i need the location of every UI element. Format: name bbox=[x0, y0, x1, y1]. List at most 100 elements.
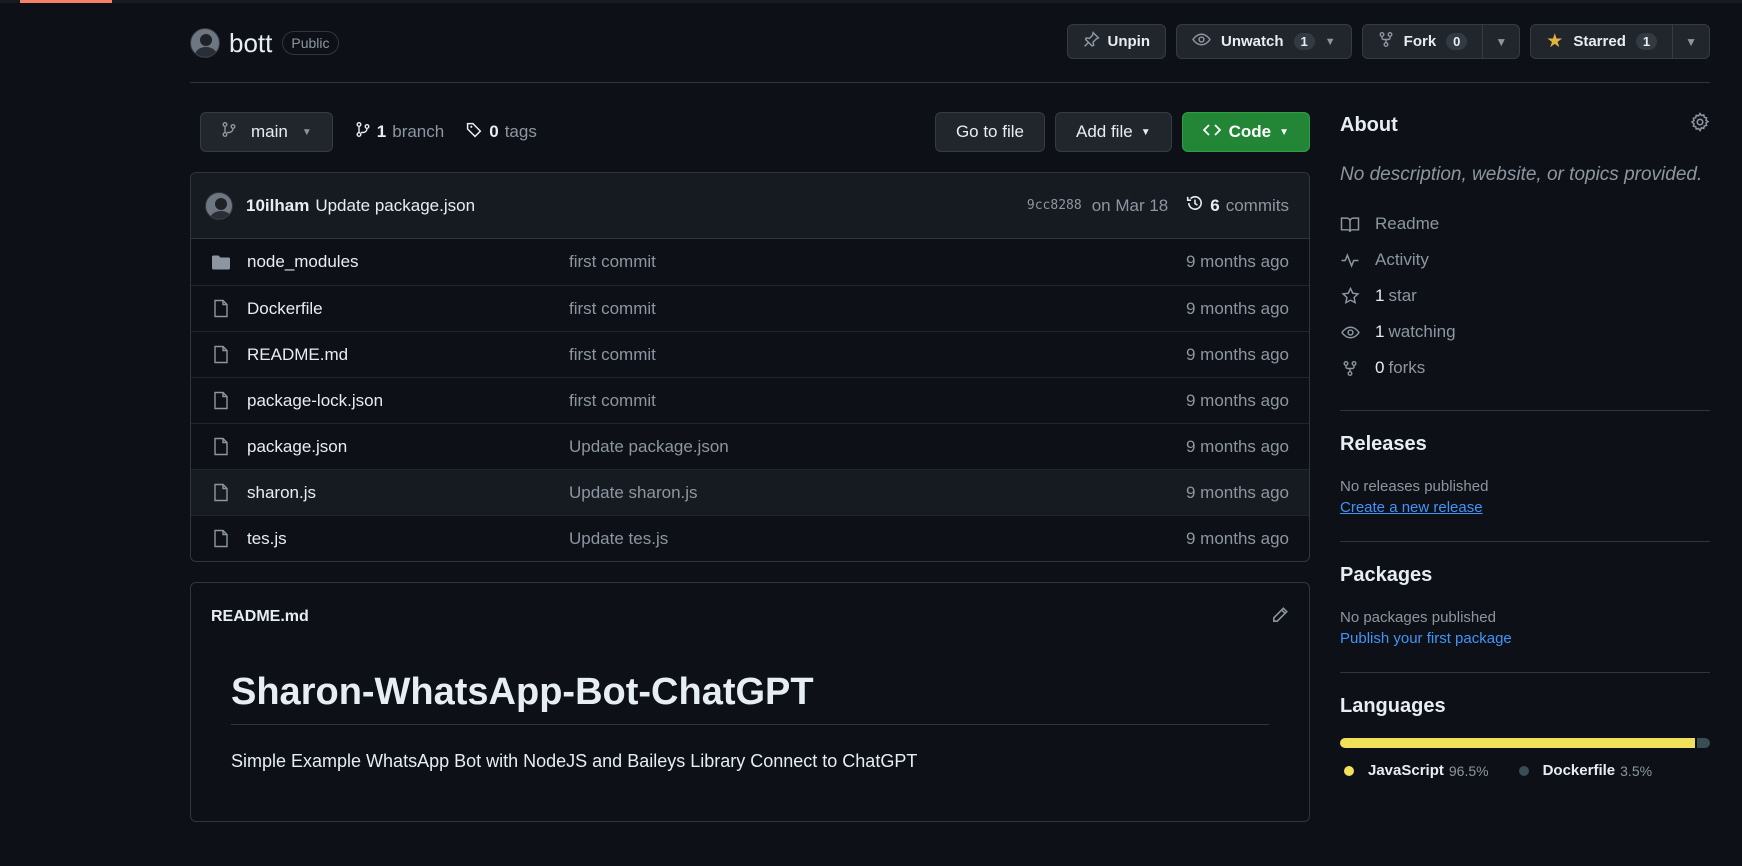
add-file-button[interactable]: Add file ▼ bbox=[1054, 112, 1172, 152]
watch-count: 1 bbox=[1293, 33, 1315, 50]
watching-link[interactable]: 1 watching bbox=[1340, 314, 1710, 350]
branch-label: branch bbox=[392, 122, 445, 141]
file-icon bbox=[211, 437, 231, 456]
visibility-badge: Public bbox=[282, 31, 339, 55]
file-row[interactable]: node_modules first commit 9 months ago bbox=[191, 239, 1309, 285]
publish-package-link[interactable]: Publish your first package bbox=[1340, 630, 1512, 647]
file-age: 9 months ago bbox=[1185, 390, 1289, 410]
file-row[interactable]: package-lock.json first commit 9 months … bbox=[191, 377, 1309, 423]
file-row[interactable]: sharon.js Update sharon.js 9 months ago bbox=[191, 469, 1309, 515]
readme-heading: Sharon-WhatsApp-Bot-ChatGPT bbox=[231, 651, 1269, 725]
commit-label: commits bbox=[1225, 195, 1289, 215]
code-button[interactable]: Code ▼ bbox=[1181, 112, 1310, 152]
language-color-dot bbox=[1518, 765, 1529, 776]
file-name[interactable]: tes.js bbox=[247, 529, 569, 549]
file-row[interactable]: Dockerfile first commit 9 months ago bbox=[191, 285, 1309, 331]
fork-label: Fork bbox=[1403, 33, 1437, 50]
file-commit-message[interactable]: first commit bbox=[569, 345, 1186, 365]
file-name[interactable]: package.json bbox=[247, 437, 569, 457]
commits-link[interactable]: 6 commits bbox=[1186, 194, 1289, 217]
eye-icon bbox=[1340, 324, 1360, 341]
unpin-button[interactable]: Unpin bbox=[1066, 24, 1167, 59]
readme-link[interactable]: Readme bbox=[1340, 206, 1710, 242]
stars-link[interactable]: 1 star bbox=[1340, 278, 1710, 314]
star-filled-icon: ★ bbox=[1546, 31, 1564, 52]
file-name[interactable]: node_modules bbox=[247, 252, 569, 272]
file-name[interactable]: package-lock.json bbox=[247, 391, 569, 411]
sidebar-divider bbox=[1340, 410, 1710, 411]
file-toolbar: main ▼ 1 branch 0 tags Go to file Add fi… bbox=[190, 112, 1310, 152]
folder-icon bbox=[211, 254, 231, 271]
readme-filename[interactable]: README.md bbox=[211, 608, 309, 626]
branches-link[interactable]: 1 branch bbox=[355, 121, 444, 143]
repo-name[interactable]: bott bbox=[229, 28, 272, 59]
language-bar-segment bbox=[1697, 738, 1710, 748]
file-age: 9 months ago bbox=[1185, 482, 1289, 502]
forks-link[interactable]: 0 forks bbox=[1340, 350, 1710, 386]
header-divider bbox=[190, 82, 1710, 83]
fork-button[interactable]: Fork 0 bbox=[1361, 24, 1484, 59]
commit-sha[interactable]: 9cc8288 bbox=[1027, 198, 1082, 213]
create-release-link[interactable]: Create a new release bbox=[1340, 499, 1483, 516]
eye-icon bbox=[1192, 31, 1211, 53]
languages-title: Languages bbox=[1340, 695, 1446, 717]
fork-icon bbox=[1378, 31, 1394, 53]
branch-selector[interactable]: main ▼ bbox=[200, 112, 333, 152]
language-entry-dockerfile[interactable]: Dockerfile 3.5% bbox=[1515, 762, 1652, 779]
readme-header: README.md bbox=[191, 583, 1309, 651]
commit-message[interactable]: Update package.json bbox=[315, 196, 475, 216]
go-to-file-button[interactable]: Go to file bbox=[934, 112, 1045, 152]
commit-author[interactable]: 10ilham bbox=[246, 196, 309, 216]
commit-author-avatar[interactable] bbox=[205, 191, 233, 220]
file-browser: 10ilham Update package.json 9cc8288 on M… bbox=[190, 172, 1310, 562]
file-age: 9 months ago bbox=[1185, 344, 1289, 364]
file-commit-message[interactable]: Update package.json bbox=[569, 437, 1186, 457]
file-commit-message[interactable]: first commit bbox=[569, 252, 1186, 272]
star-icon bbox=[1340, 287, 1360, 305]
releases-title[interactable]: Releases bbox=[1340, 433, 1710, 456]
packages-title[interactable]: Packages bbox=[1340, 564, 1710, 587]
chevron-down-icon: ▼ bbox=[1495, 34, 1508, 49]
language-name: Dockerfile bbox=[1542, 762, 1616, 779]
chevron-down-icon: ▼ bbox=[1279, 126, 1289, 138]
watching-label: watching bbox=[1388, 322, 1456, 341]
activity-link[interactable]: Activity bbox=[1340, 242, 1710, 278]
language-entry-javascript[interactable]: JavaScript 96.5% bbox=[1340, 762, 1489, 779]
chevron-down-icon: ▼ bbox=[301, 126, 312, 138]
gear-icon[interactable] bbox=[1690, 112, 1710, 138]
branch-count: 1 bbox=[376, 122, 387, 141]
file-commit-message[interactable]: first commit bbox=[569, 299, 1186, 319]
file-commit-message[interactable]: Update tes.js bbox=[569, 529, 1186, 549]
branch-icon bbox=[221, 121, 237, 143]
owner-avatar[interactable] bbox=[190, 28, 220, 58]
activity-link-label: Activity bbox=[1375, 250, 1429, 269]
stars-count: 1 bbox=[1375, 286, 1385, 305]
branch-name: main bbox=[251, 122, 288, 141]
file-row[interactable]: README.md first commit 9 months ago bbox=[191, 331, 1309, 377]
book-icon bbox=[1340, 216, 1360, 233]
file-commit-message[interactable]: Update sharon.js bbox=[569, 483, 1186, 503]
file-row[interactable]: tes.js Update tes.js 9 months ago bbox=[191, 515, 1309, 561]
fork-count: 0 bbox=[1446, 33, 1468, 50]
file-commit-message[interactable]: first commit bbox=[569, 391, 1186, 411]
file-name[interactable]: Dockerfile bbox=[247, 299, 569, 319]
file-icon bbox=[211, 345, 231, 364]
file-age: 9 months ago bbox=[1185, 528, 1289, 548]
file-row[interactable]: package.json Update package.json 9 month… bbox=[191, 423, 1309, 469]
unwatch-button[interactable]: Unwatch 1 ▼ bbox=[1176, 24, 1352, 59]
latest-commit-bar: 10ilham Update package.json 9cc8288 on M… bbox=[191, 173, 1309, 239]
tags-link[interactable]: 0 tags bbox=[466, 121, 537, 143]
file-age: 9 months ago bbox=[1185, 436, 1289, 456]
starred-button[interactable]: ★ Starred 1 bbox=[1530, 24, 1674, 59]
tag-label: tags bbox=[504, 122, 537, 141]
star-dropdown-button[interactable]: ▼ bbox=[1673, 24, 1710, 59]
packages-empty-text: No packages published bbox=[1340, 609, 1496, 626]
file-name[interactable]: README.md bbox=[247, 345, 569, 365]
fork-dropdown-button[interactable]: ▼ bbox=[1483, 24, 1521, 59]
file-name[interactable]: sharon.js bbox=[247, 483, 569, 503]
file-icon bbox=[211, 391, 231, 410]
edit-pencil-icon[interactable] bbox=[1271, 606, 1289, 629]
chevron-down-icon: ▼ bbox=[1685, 34, 1697, 49]
unpin-label: Unpin bbox=[1107, 33, 1151, 50]
forks-count: 0 bbox=[1375, 358, 1385, 377]
